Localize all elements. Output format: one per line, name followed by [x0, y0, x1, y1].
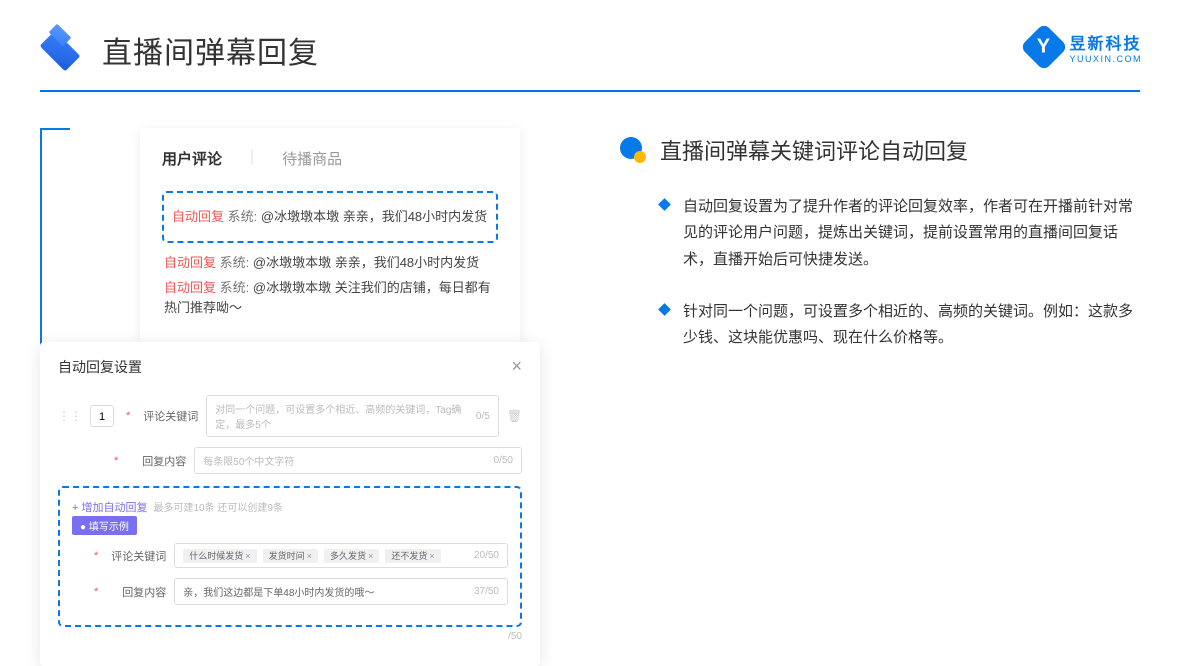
brand-logo: Y 昱新科技 YUUXIN.COM [1027, 30, 1142, 64]
connector-line [40, 128, 70, 130]
drag-icon[interactable]: ⋮⋮ [58, 409, 82, 423]
highlighted-comment: 自动回复 系统: @冰墩墩本墩 亲亲，我们48小时内发货 [162, 191, 498, 243]
description-panel: 直播间弹幕关键词评论自动回复 自动回复设置为了提升作者的评论回复效率，作者可在开… [550, 128, 1140, 618]
add-autoreply-link[interactable]: + 增加自动回复 [72, 502, 147, 514]
comment-item: 自动回复 系统: @冰墩墩本墩 关注我们的店铺，每日都有热门推荐呦～ [164, 278, 496, 317]
comments-card: 用户评论 | 待播商品 自动回复 系统: @冰墩墩本墩 亲亲，我们48小时内发货… [140, 128, 520, 343]
brand-icon: Y [1020, 23, 1068, 71]
keyword-input[interactable]: 对同一个问题，可设置多个相近、高频的关键词，Tag确定，最多5个 0/5 [206, 395, 498, 437]
order-number[interactable]: 1 [90, 405, 114, 427]
screenshot-panel: 用户评论 | 待播商品 自动回复 系统: @冰墩墩本墩 亲亲，我们48小时内发货… [40, 128, 550, 618]
bullet-point: 自动回复设置为了提升作者的评论回复效率，作者可在开播前针对常见的评论用户问题，提… [620, 194, 1140, 273]
close-icon[interactable]: × [511, 356, 522, 377]
comment-item: 自动回复 系统: @冰墩墩本墩 亲亲，我们48小时内发货 [164, 253, 496, 273]
delete-icon[interactable]: 🗑 [507, 409, 522, 423]
brand-name: 昱新科技 [1069, 30, 1142, 54]
example-keyword-input[interactable]: 什么时候发货× 发货时间× 多久发货× 还不发货× 20/50 [174, 543, 508, 568]
section-title: 直播间弹幕关键词评论自动回复 [660, 134, 968, 166]
field-label-content: 回复内容 [130, 453, 186, 469]
example-content-input[interactable]: 亲，我们这边都是下单48小时内发货的哦～ 37/50 [174, 578, 508, 605]
content-input[interactable]: 每条限50个中文字符 0/50 [194, 447, 522, 474]
diamond-icon [658, 303, 671, 316]
settings-modal: 自动回复设置 × ⋮⋮ 1 * 评论关键词 对同一个问题，可设置多个相近、高频的… [40, 342, 540, 666]
page-title: 直播间弹幕回复 [102, 28, 319, 72]
diamond-icon [658, 198, 671, 211]
field-label-keyword: 评论关键词 [142, 408, 198, 424]
bullet-point: 针对同一个问题，可设置多个相近的、高频的关键词。例如：这款多少钱、这块能优惠吗、… [620, 299, 1140, 352]
section-bullet-icon [620, 137, 646, 163]
cube-icon [40, 28, 84, 72]
tab-user-comments[interactable]: 用户评论 [162, 148, 222, 173]
tab-pending-products[interactable]: 待播商品 [282, 148, 342, 173]
modal-title: 自动回复设置 [58, 357, 142, 377]
example-badge: ● 填写示例 [72, 516, 137, 535]
page-header: 直播间弹幕回复 [0, 0, 1180, 90]
brand-url: YUUXIN.COM [1069, 54, 1142, 64]
example-section: + 增加自动回复最多可建10条 还可以创建9条 ● 填写示例 * 评论关键词 什… [58, 486, 522, 627]
